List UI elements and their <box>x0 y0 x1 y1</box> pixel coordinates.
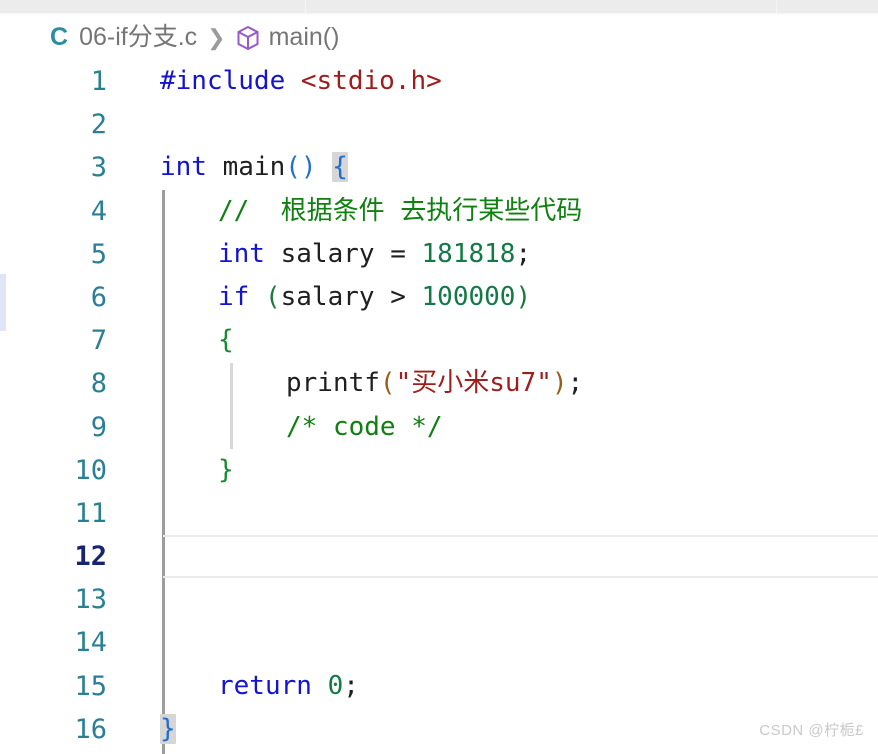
token-keyword-int: int <box>160 152 207 183</box>
token-brace-open: { <box>218 325 234 356</box>
code-line[interactable]: int main() { <box>118 146 878 189</box>
token-paren-close: ) <box>300 152 317 183</box>
line-number[interactable]: 13 <box>0 578 118 621</box>
code-line-text[interactable]: int main() { <box>118 146 348 189</box>
breadcrumb-file-name[interactable]: 06-if分支.c <box>79 25 197 50</box>
token-semicolon: ; <box>343 670 359 701</box>
editor-tab-2[interactable] <box>305 0 776 13</box>
code-line-text[interactable]: /* code */ <box>118 406 443 449</box>
cube-icon <box>237 25 259 50</box>
code-line[interactable]: if (salary > 100000) <box>118 276 878 319</box>
line-number[interactable]: 4 <box>0 190 118 233</box>
token-variable-salary: salary <box>280 238 375 269</box>
token-header-name: <stdio.h> <box>300 66 442 96</box>
code-line-empty[interactable] <box>118 621 878 664</box>
line-number[interactable]: 3 <box>0 146 118 189</box>
token-semicolon: ; <box>515 238 532 269</box>
token-include-directive: #include <box>160 66 286 96</box>
editor-tab-3[interactable] <box>776 0 878 13</box>
code-line-text[interactable]: printf("买小米su7"); <box>118 362 583 405</box>
token-paren-close: ) <box>515 281 532 312</box>
code-line[interactable]: /* code */ <box>118 406 878 449</box>
token-paren-close: ) <box>551 368 568 399</box>
chevron-right-icon: ❯ <box>207 24 226 50</box>
line-number[interactable]: 1 <box>0 60 118 103</box>
breadcrumb[interactable]: C 06-if分支.c ❯ main() <box>0 15 878 60</box>
token-brace-open-matched: { <box>332 152 348 183</box>
token-operator-assign: = <box>390 238 406 269</box>
token-operator-greater-than: > <box>390 281 406 312</box>
token-number-zero: 0 <box>327 670 344 701</box>
editor-gutter[interactable]: 1 2 3 4 5 6 7 8 9 10 11 12 13 14 15 16 <box>0 60 118 754</box>
code-line[interactable]: return 0; <box>118 665 878 708</box>
token-keyword-return: return <box>218 670 312 701</box>
code-line[interactable]: #include <stdio.h> <box>118 60 878 103</box>
token-paren-open: ( <box>379 368 396 399</box>
line-number[interactable]: 15 <box>0 665 118 708</box>
token-number-threshold: 100000 <box>421 281 516 312</box>
editor-tab-strip[interactable] <box>0 0 878 13</box>
editor-code-area[interactable]: #include <stdio.h> int main() { // 根据条件 … <box>118 60 878 754</box>
breadcrumb-symbol-name[interactable]: main() <box>269 25 340 50</box>
code-line-empty[interactable] <box>118 578 878 621</box>
vscode-editor-window: C 06-if分支.c ❯ main() 1 2 3 4 5 6 7 8 9 1… <box>0 0 878 754</box>
code-line-text[interactable]: return 0; <box>118 665 359 708</box>
code-line-text[interactable]: } <box>118 449 234 492</box>
code-line[interactable]: printf("买小米su7"); <box>118 362 878 405</box>
token-paren-open: ( <box>264 281 281 312</box>
code-line-text[interactable]: // 根据条件 去执行某些代码 <box>118 190 582 233</box>
token-variable-salary: salary <box>280 281 375 312</box>
code-line-text[interactable]: if (salary > 100000) <box>118 276 531 319</box>
line-number[interactable]: 8 <box>0 362 118 405</box>
code-line[interactable]: int salary = 181818; <box>118 233 878 276</box>
c-language-icon: C <box>50 23 69 51</box>
code-line-text[interactable]: { <box>118 319 234 362</box>
line-number[interactable]: 2 <box>0 103 118 146</box>
code-line-text[interactable]: } <box>118 708 176 751</box>
code-line[interactable]: // 根据条件 去执行某些代码 <box>118 190 878 233</box>
line-number[interactable]: 14 <box>0 621 118 664</box>
csdn-watermark: CSDN @柠栀£ <box>759 722 864 739</box>
line-number[interactable]: 7 <box>0 319 118 362</box>
token-function-printf: printf <box>286 368 380 399</box>
token-paren-open: ( <box>285 152 301 183</box>
editor-tab-1[interactable] <box>0 0 305 13</box>
line-number[interactable]: 6 <box>0 276 118 319</box>
code-line[interactable]: { <box>118 319 878 362</box>
code-line[interactable]: } <box>118 449 878 492</box>
token-number-salary-value: 181818 <box>421 238 516 269</box>
token-semicolon: ; <box>567 368 584 399</box>
line-number[interactable]: 16 <box>0 708 118 751</box>
current-line-highlight <box>163 535 878 579</box>
token-brace-close: } <box>218 454 234 485</box>
code-line-empty[interactable] <box>118 103 878 146</box>
token-brace-close-matched: } <box>160 713 176 744</box>
editor-body[interactable]: 1 2 3 4 5 6 7 8 9 10 11 12 13 14 15 16 #… <box>0 60 878 754</box>
token-keyword-int: int <box>218 238 265 269</box>
code-line-active[interactable] <box>118 535 878 579</box>
token-keyword-if: if <box>218 281 250 312</box>
code-line-empty[interactable] <box>118 492 878 535</box>
line-number[interactable]: 5 <box>0 233 118 276</box>
code-line-text[interactable]: int salary = 181818; <box>118 233 531 276</box>
token-block-comment: /* code */ <box>286 411 443 442</box>
token-string-literal: "买小米su7" <box>395 368 552 399</box>
line-number[interactable]: 9 <box>0 406 118 449</box>
code-line-text[interactable]: #include <stdio.h> <box>118 60 442 103</box>
line-number[interactable]: 10 <box>0 449 118 492</box>
token-line-comment: // 根据条件 去执行某些代码 <box>218 195 583 226</box>
token-function-main: main <box>222 152 286 183</box>
line-number[interactable]: 11 <box>0 492 118 535</box>
line-number-active[interactable]: 12 <box>0 535 118 578</box>
